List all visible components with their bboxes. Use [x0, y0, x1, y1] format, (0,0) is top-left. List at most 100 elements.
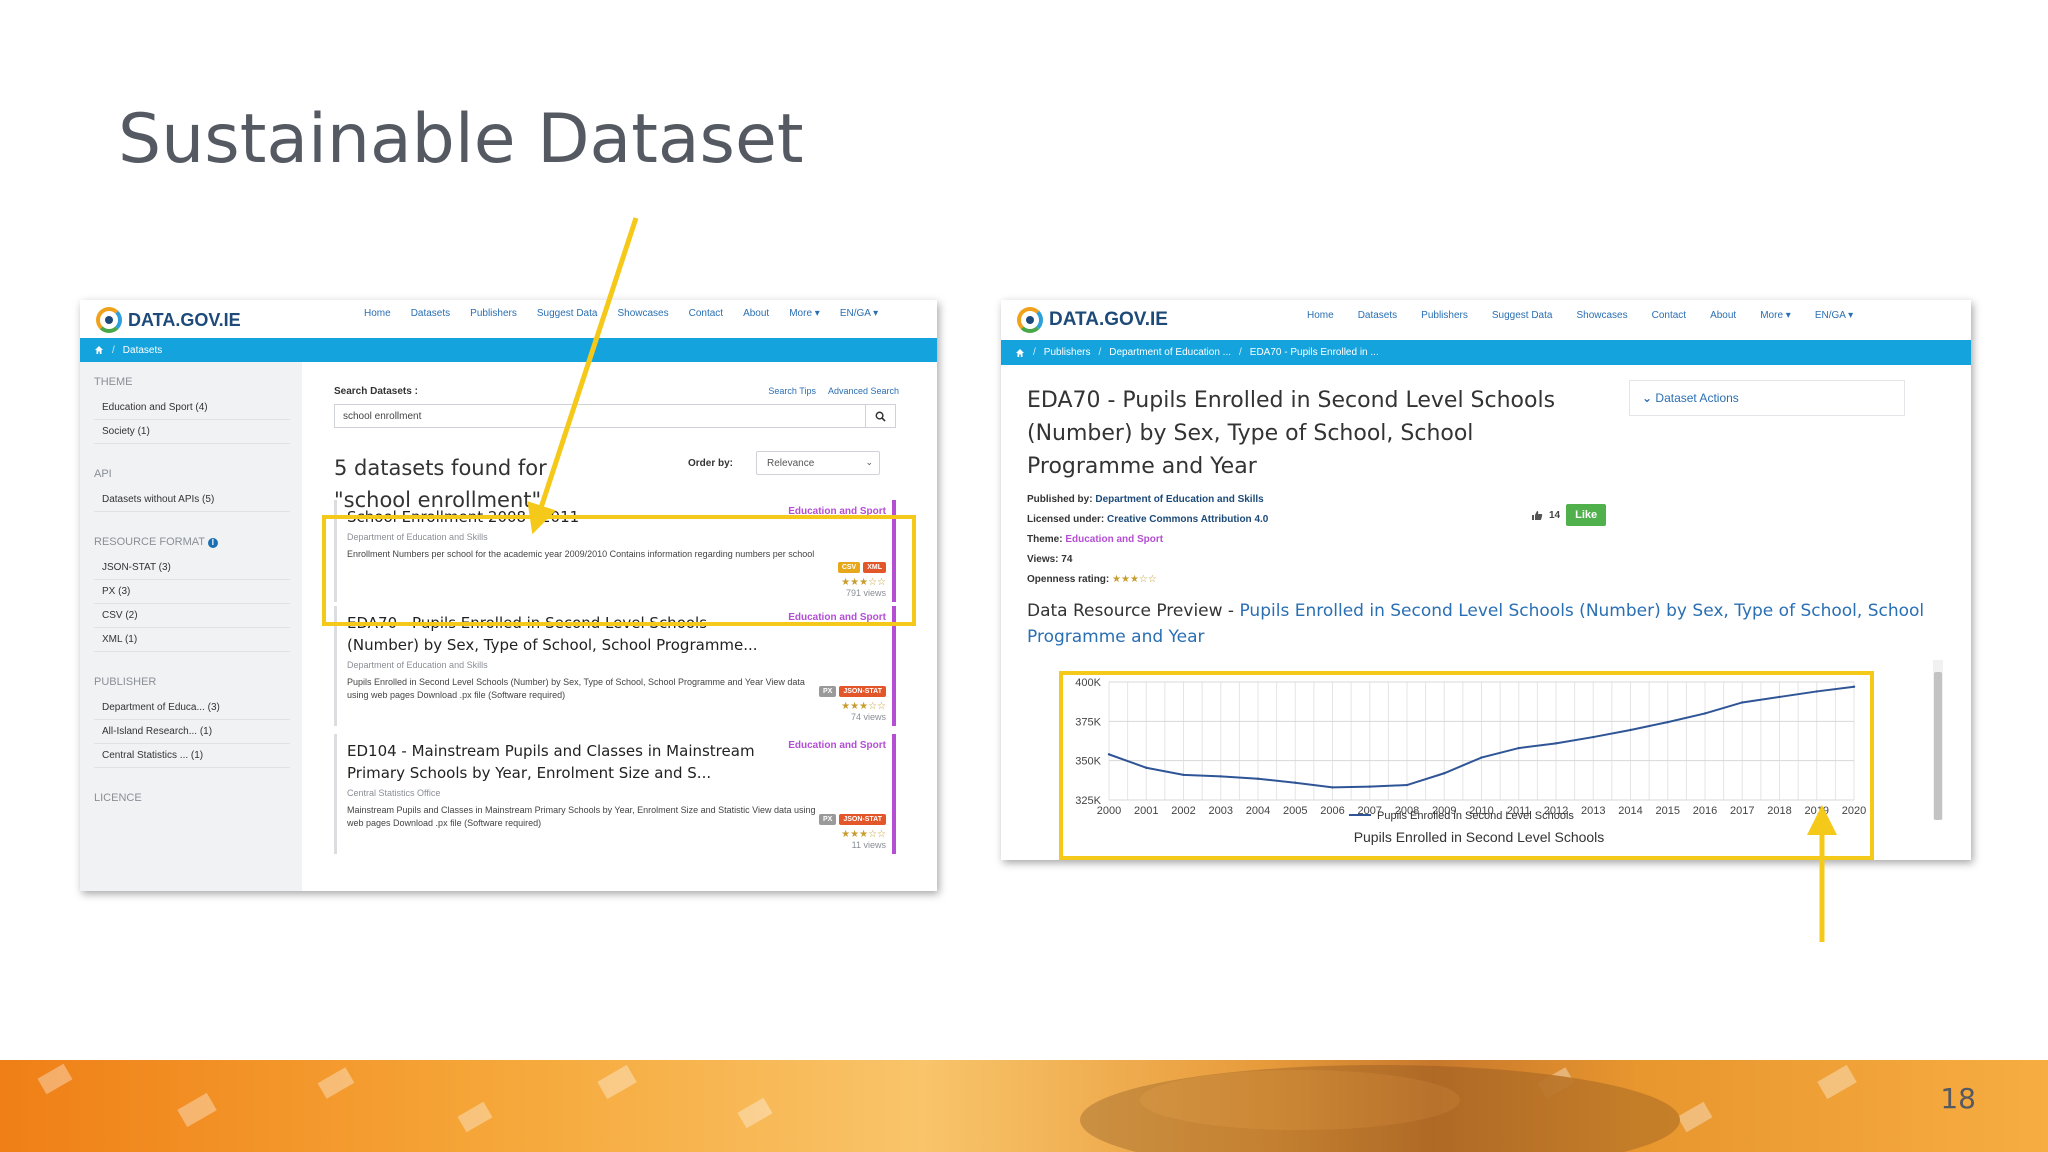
format-badge[interactable]: CSV: [837, 562, 861, 573]
result-theme[interactable]: Education and Sport: [788, 740, 886, 751]
chevron-down-icon: ⌄: [865, 457, 873, 467]
nav-language[interactable]: EN/GA ▾: [1815, 310, 1853, 321]
order-label: Order by:: [688, 458, 734, 469]
nav-home[interactable]: Home: [364, 308, 391, 319]
licence-link[interactable]: Creative Commons Attribution 4.0: [1107, 514, 1268, 525]
dataset-title: EDA70 - Pupils Enrolled in Second Level …: [1027, 388, 1556, 479]
facet-heading-api: API: [94, 468, 112, 480]
facet-item[interactable]: All-Island Research... (1): [94, 720, 290, 744]
nav-datasets[interactable]: Datasets: [1358, 310, 1397, 321]
nav-about[interactable]: About: [1710, 310, 1736, 321]
chart-y-tick-label: 375K: [1075, 716, 1101, 728]
result-item[interactable]: EDA70 - Pupils Enrolled in Second Level …: [334, 606, 896, 726]
chart-x-tick-label: 2004: [1246, 805, 1270, 817]
result-title[interactable]: ED104 - Mainstream Pupils and Classes in…: [347, 740, 767, 784]
nav-showcases[interactable]: Showcases: [1576, 310, 1627, 321]
dataset-actions-button[interactable]: ⌄ Dataset Actions: [1629, 380, 1905, 416]
chart-data-point: [1629, 728, 1632, 732]
order-select[interactable]: Relevance ⌄: [756, 451, 880, 475]
facet-item[interactable]: PX (3): [94, 580, 290, 604]
nav-publishers[interactable]: Publishers: [470, 308, 517, 319]
facet-item[interactable]: JSON-STAT (3): [94, 556, 290, 580]
nav-publishers[interactable]: Publishers: [1421, 310, 1468, 321]
site-logo[interactable]: DATA.GOV.IE: [1017, 302, 1168, 338]
like-button[interactable]: Like: [1566, 504, 1607, 526]
nav-about[interactable]: About: [743, 308, 769, 319]
search-links: Search Tips Advanced Search: [768, 386, 899, 396]
format-badge[interactable]: XML: [863, 562, 886, 573]
facet-item[interactable]: Department of Educa... (3): [94, 696, 290, 720]
breadcrumb-publishers[interactable]: Publishers: [1044, 347, 1091, 358]
nav-suggest-data[interactable]: Suggest Data: [1492, 310, 1553, 321]
chart-data-point: [1666, 720, 1669, 724]
chart-data-point: [1778, 695, 1781, 699]
enrolment-line-chart: 325K350K375K400K2000 2001 2002 2003 2004 2005…: [1075, 677, 1866, 845]
result-title[interactable]: School Enrollment 2008 - 2011: [347, 506, 767, 528]
chart-data-point: [1592, 735, 1595, 739]
main-nav: Home Datasets Publishers Suggest Data Sh…: [364, 308, 898, 319]
result-item[interactable]: School Enrollment 2008 - 2011 Education …: [334, 500, 896, 602]
home-icon[interactable]: [94, 345, 104, 355]
format-badge[interactable]: JSON-STAT: [839, 686, 886, 697]
chart-data-point: [1703, 712, 1707, 715]
facet-item[interactable]: Datasets without APIs (5): [94, 488, 290, 512]
chart-data-point: [1741, 701, 1744, 704]
chart-data-point: [1182, 773, 1185, 777]
format-badge[interactable]: JSON-STAT: [839, 814, 886, 825]
chart-data-point: [1443, 772, 1446, 775]
result-meta: PX JSON-STAT ★★★☆☆ 74 views: [819, 686, 886, 722]
nav-more[interactable]: More ▾: [789, 308, 820, 319]
home-icon[interactable]: [1015, 348, 1025, 358]
result-theme[interactable]: Education and Sport: [788, 612, 886, 623]
nav-more[interactable]: More ▾: [1760, 310, 1791, 321]
search-results-screenshot: DATA.GOV.IE Home Datasets Publishers Sug…: [80, 300, 937, 891]
nav-contact[interactable]: Contact: [689, 308, 723, 319]
nav-contact[interactable]: Contact: [1652, 310, 1686, 321]
info-icon[interactable]: i: [207, 538, 218, 548]
nav-datasets[interactable]: Datasets: [411, 308, 450, 319]
chart-x-tick-label: 2017: [1730, 805, 1754, 817]
thumbs-up-icon: [1532, 510, 1543, 520]
breadcrumb-datasets[interactable]: Datasets: [123, 345, 162, 356]
nav-language[interactable]: EN/GA ▾: [840, 308, 878, 319]
chart-x-tick-label: 2014: [1618, 805, 1642, 817]
nav-home[interactable]: Home: [1307, 310, 1334, 321]
search-input[interactable]: school enrollment: [334, 404, 866, 428]
format-badge[interactable]: PX: [819, 686, 837, 697]
breadcrumb-publisher[interactable]: Department of Education ...: [1109, 347, 1231, 358]
facet-item[interactable]: CSV (2): [94, 604, 290, 628]
facet-item[interactable]: Education and Sport (4): [94, 396, 290, 420]
slide-title: Sustainable Dataset: [118, 100, 804, 179]
like-count: 14: [1549, 509, 1561, 521]
search-button[interactable]: [866, 404, 896, 428]
logo-icon: [96, 307, 122, 333]
site-logo[interactable]: DATA.GOV.IE: [96, 302, 241, 338]
chart-data-point: [1852, 685, 1856, 688]
facet-item[interactable]: Society (1): [94, 420, 290, 444]
facet-item[interactable]: XML (1): [94, 628, 290, 652]
search-tips-link[interactable]: Search Tips: [768, 386, 816, 396]
chart-data-point: [1145, 766, 1148, 769]
facet-heading-format: RESOURCE FORMAT i: [94, 536, 302, 548]
result-title[interactable]: EDA70 - Pupils Enrolled in Second Level …: [347, 612, 767, 656]
result-item[interactable]: ED104 - Mainstream Pupils and Classes in…: [334, 734, 896, 854]
chart-data-point: [1107, 753, 1111, 756]
chart-data-point: [1405, 783, 1409, 787]
advanced-search-link[interactable]: Advanced Search: [828, 386, 899, 396]
nav-suggest-data[interactable]: Suggest Data: [537, 308, 598, 319]
dataset-meta: Published by: Department of Education an…: [1027, 494, 1269, 585]
result-theme[interactable]: Education and Sport: [788, 506, 886, 517]
chevron-down-icon: ⌄: [1642, 391, 1653, 405]
facet-item[interactable]: Central Statistics ... (1): [94, 744, 290, 768]
chart-scroll-thumb[interactable]: [1934, 672, 1942, 820]
nav-showcases[interactable]: Showcases: [617, 308, 668, 319]
chart-data-point: [1517, 746, 1520, 750]
chart-legend-label: Pupils Enrolled in Second Level Schools: [1377, 810, 1574, 822]
view-count: 74 views: [850, 712, 886, 722]
format-badge[interactable]: PX: [819, 814, 837, 825]
chart-x-tick-label: 2013: [1581, 805, 1605, 817]
chart-data-point: [1294, 781, 1297, 784]
theme-link[interactable]: Education and Sport: [1065, 534, 1163, 545]
facet-heading-licence: LICENCE: [94, 792, 142, 804]
publisher-link[interactable]: Department of Education and Skills: [1095, 494, 1263, 505]
